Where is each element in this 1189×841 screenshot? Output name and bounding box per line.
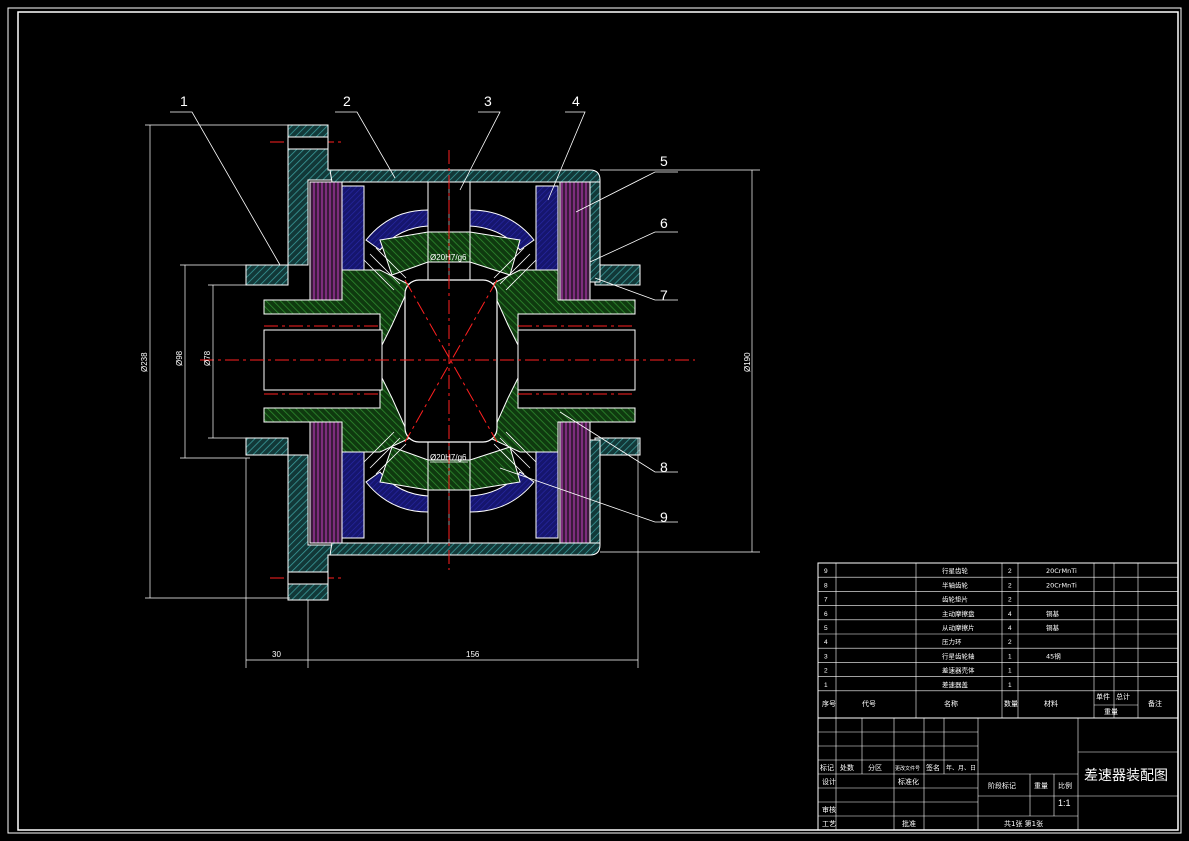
bom-row-seq: 7 [824,597,828,604]
callout-1: 1 [180,93,188,109]
bottom-bolt-hole [287,571,329,585]
bom-row-seq: 3 [824,653,828,660]
bom-header-code: 代号 [862,699,876,708]
bom-row-seq: 1 [824,682,828,689]
bom-row-qty: 2 [1008,639,1012,646]
callout-6: 6 [660,215,668,231]
bom-row-seq: 2 [824,668,828,675]
dim-d78: Ø78 [203,350,212,366]
bom-row-qty: 2 [1008,597,1012,604]
fit-top: Ø20H7/g6 [430,253,467,262]
bom-row-qty: 2 [1008,568,1012,575]
dim-d98: Ø98 [175,350,184,366]
bom-row-seq: 5 [824,625,828,632]
bom-header-unit: 单件 [1096,692,1110,701]
title-date-label: 年、月、日 [946,764,976,772]
bom-header-remark: 备注 [1148,699,1162,708]
title-zone-label: 分区 [868,763,882,772]
bom-header-material: 材料 [1044,699,1058,708]
title-sign-label: 签名 [926,763,940,772]
title-scale-value: 1:1 [1058,798,1071,808]
dim-d238: Ø238 [140,352,149,372]
bom-row-name: 差速器盖 [942,680,969,689]
callout-3: 3 [484,93,492,109]
bom-header-seq: 序号 [822,699,836,708]
bom-row-name: 压力环 [942,637,962,646]
bom-row-material: 45钢 [1046,652,1061,660]
drawing-title: 差速器装配图 [1084,768,1168,784]
top-bolt-hole [287,136,329,150]
right-friction-pack [559,181,591,303]
title-sheets: 共1张 第1张 [1004,819,1043,828]
callout-9: 9 [660,509,668,525]
dim-d190: Ø190 [743,352,752,372]
dim-w156: 156 [466,650,480,659]
bom-row-seq: 9 [824,568,828,575]
bom-row-material: 20CrMnTi [1046,567,1077,575]
bom-row-qty: 2 [1008,582,1012,589]
bom-header-qty: 数量 [1004,699,1018,708]
right-flange-bottom [589,439,601,544]
bom-row-seq: 8 [824,582,828,589]
bom-row-name: 齿轮垫片 [942,595,968,604]
bom-row-name: 行星齿轮轴 [942,651,975,660]
title-approve-label: 批准 [902,819,916,828]
title-review-label: 审核 [822,805,836,814]
callout-5: 5 [660,153,668,169]
bom-row-seq: 4 [824,639,828,646]
title-mark-label: 标记 [820,763,834,772]
callout-4: 4 [572,93,580,109]
callout-8: 8 [660,459,668,475]
bom-header-total: 总计 [1116,692,1130,701]
title-count-label: 处数 [840,763,854,772]
title-design-label: 设计 [822,777,836,786]
fit-bottom: Ø20H7/g6 [430,453,467,462]
bom-header-name: 名称 [944,699,958,708]
bom-row-qty: 4 [1008,611,1012,618]
title-doc-label: 更改文件号 [895,765,920,772]
bom-row-seq: 6 [824,611,828,618]
title-std-label: 标准化 [898,777,919,786]
bom-table: 9 行星齿轮 2 20CrMnTi 8 半轴齿轮 2 20CrMnTi 7 齿轮垫片 2 6 主动摩擦盘… [817,562,1179,719]
title-block: 标记 处数 分区 更改文件号 签名 年、月、日 设计 标准化 阶段标记 重量 比… [817,717,1179,831]
callout-2: 2 [343,93,351,109]
bom-row-qty: 4 [1008,625,1012,632]
bom-row-qty: 1 [1008,653,1012,660]
left-friction-pack-bottom [309,419,343,544]
left-friction-pack [309,181,343,303]
bom-row-material: 铜基 [1046,623,1060,632]
bom-row-qty: 1 [1008,668,1012,675]
bom-row-name: 行星齿轮 [942,566,969,575]
bom-header-weight: 重量 [1104,708,1118,716]
assembly-drawing: 1 2 3 4 5 6 7 8 9 Ø238 Ø98 Ø78 Ø190 30 1… [7,7,1182,834]
bom-row-name: 差速器壳体 [942,666,975,675]
callout-7: 7 [660,287,668,303]
title-process-label: 工艺 [822,820,836,828]
bom-row-name: 主动摩擦盘 [942,609,975,618]
title-scale-label: 比例 [1058,781,1072,790]
right-friction-pack-bottom [559,419,591,544]
title-stage-label: 阶段标记 [988,781,1016,790]
bom-row-material: 铜基 [1046,609,1060,618]
bom-row-name: 从动摩擦片 [942,623,975,632]
bom-row-material: 20CrMnTi [1046,581,1077,589]
differential-section-view [145,111,760,668]
bom-row-qty: 1 [1008,682,1012,689]
right-flange [589,181,601,283]
bom-row-name: 半轴齿轮 [942,580,969,589]
dim-w30: 30 [272,650,281,659]
title-weight-label: 重量 [1034,782,1048,790]
